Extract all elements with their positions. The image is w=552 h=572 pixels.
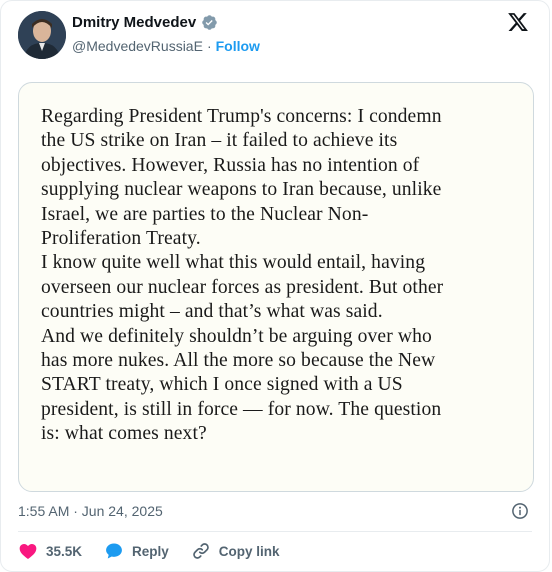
statement-text: Regarding President Trump's concerns: I …: [41, 106, 444, 445]
like-count: 35.5K: [46, 543, 83, 559]
tweet-card: Dmitry Medvedev @MedvedevRussiaE · Follo…: [0, 0, 550, 572]
follow-button[interactable]: Follow: [216, 38, 260, 54]
author-handle[interactable]: @MedvedevRussiaE: [72, 38, 203, 54]
info-icon[interactable]: [511, 502, 529, 520]
reply-bubble-icon: [104, 541, 124, 561]
handle-separator: ·: [206, 38, 212, 54]
divider: [18, 531, 532, 532]
heart-icon: [18, 541, 38, 561]
action-bar: 35.5K Reply Copy link: [18, 541, 302, 561]
link-icon: [191, 541, 211, 561]
author-name[interactable]: Dmitry Medvedev: [72, 14, 196, 31]
copy-link-button[interactable]: Copy link: [191, 541, 280, 561]
like-button[interactable]: 35.5K: [18, 541, 82, 561]
reply-button[interactable]: Reply: [104, 541, 169, 561]
verified-badge-icon: [201, 14, 218, 31]
copy-link-label: Copy link: [218, 543, 280, 559]
reply-label: Reply: [132, 543, 169, 559]
timestamp[interactable]: 1:55 AM · Jun 24, 2025: [18, 503, 163, 519]
x-logo-icon[interactable]: [507, 11, 529, 33]
avatar[interactable]: [18, 11, 66, 59]
statement-image[interactable]: Regarding President Trump's concerns: I …: [18, 82, 534, 492]
